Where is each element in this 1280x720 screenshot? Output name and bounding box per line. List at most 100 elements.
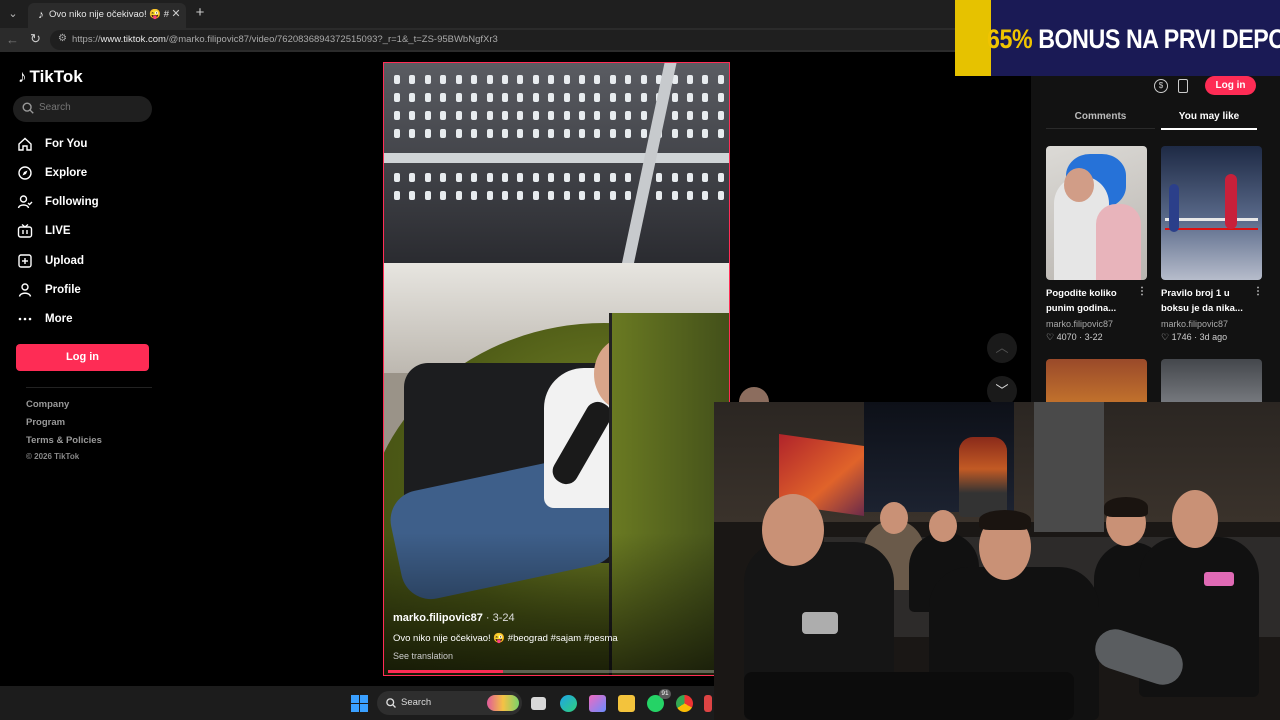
video-author-name[interactable]: marko.filipovic87 [393,612,483,624]
file-explorer-icon[interactable] [618,695,635,712]
login-button[interactable]: Log in [16,344,149,371]
see-translation-link[interactable]: See translation [393,651,453,661]
search-highlight-icon [487,695,519,711]
ceiling-light [563,191,570,200]
ceiling-light [532,191,539,200]
previous-video-button[interactable]: ︿ [987,333,1017,363]
ceiling-light [625,75,632,84]
ceiling-light [409,93,416,102]
ceiling-light [394,75,400,84]
recommended-title[interactable]: Pogodite koliko punim godina... [1046,286,1134,316]
ceiling-light [517,191,524,200]
search-input[interactable] [39,102,139,113]
ceiling-light [471,75,478,84]
ceiling-light-row [394,191,724,203]
ceiling-light [579,111,586,120]
cam-shirt-logo [802,612,838,634]
ceiling-light [409,191,416,200]
ceiling-light-row [394,75,724,87]
sidebar-divider [26,387,152,388]
cam-table [744,672,1074,720]
ceiling-light [486,111,493,120]
ceiling-light [517,93,524,102]
footer-link-program[interactable]: Program [26,417,65,428]
ceiling-light [702,191,709,200]
phone-icon[interactable] [1178,79,1188,93]
ceiling-light [424,93,431,102]
author-avatar[interactable] [739,387,769,403]
nav-explore[interactable]: Explore [17,162,157,184]
ceiling-light [671,173,678,182]
ceiling-light [394,129,400,138]
video-progress-bar[interactable] [388,670,725,673]
footer-link-terms[interactable]: Terms & Policies [26,435,102,446]
app-icon[interactable] [704,695,712,712]
ceiling-light [640,93,647,102]
ceiling-light [486,75,493,84]
ceiling-light [517,173,524,182]
video-progress-fill [388,670,503,673]
nav-upload[interactable]: Upload [17,250,157,272]
nav-label: Following [45,196,99,208]
recommended-thumbnail[interactable] [1161,146,1262,280]
windows-start-icon[interactable] [351,695,368,712]
tiktok-logo[interactable]: ♪ TikTok [18,66,83,88]
video-author[interactable]: marko.filipovic87 · 3-24 [393,612,515,624]
edge-browser-icon[interactable] [560,695,577,712]
recommended-author[interactable]: marko.filipovic87 [1161,319,1228,329]
tab-you-may-like[interactable]: You may like [1161,111,1257,130]
chrome-icon[interactable] [676,695,693,712]
coin-icon[interactable]: $ [1154,79,1168,93]
footer-link-company[interactable]: Company [26,399,69,410]
ceiling-light [640,75,647,84]
nav-label: Explore [45,167,88,179]
nav-for-you[interactable]: For You [17,133,157,155]
reload-icon[interactable]: ↻ [30,31,44,47]
back-arrow-icon[interactable]: ← [6,32,20,47]
ceiling-light [640,129,647,138]
ceiling-light [394,93,400,102]
ceiling-light [609,93,616,102]
recommended-thumbnail[interactable] [1046,146,1147,280]
nav-more[interactable]: More [17,308,157,330]
nav-following[interactable]: Following [17,191,157,213]
copilot-icon[interactable] [589,695,606,712]
recommended-author[interactable]: marko.filipovic87 [1046,319,1113,329]
task-view-icon[interactable] [531,697,546,710]
browser-tab[interactable]: ♪ Ovo niko nije očekivao! 😜 #beog ✕ [28,3,186,28]
ceiling-light [687,173,694,182]
new-tab-icon[interactable]: + [192,5,208,21]
ceiling-light [640,111,647,120]
ceiling-light [471,111,478,120]
header-login-button[interactable]: Log in [1205,76,1256,95]
video-player[interactable]: marko.filipovic87 · 3-24 Ovo niko nije o… [383,62,730,676]
taskbar-search[interactable]: Search [377,691,522,715]
recommended-title[interactable]: Pravilo broj 1 u boksu je da nika... [1161,286,1249,316]
search-box[interactable] [13,96,152,122]
ceiling-light [455,111,462,120]
url-prefix: https:// [72,34,101,45]
ceiling-light [548,75,555,84]
ceiling-light [440,129,447,138]
ceiling-light-row [394,93,724,105]
ceiling-light [486,173,493,182]
site-info-icon[interactable]: ⚙ [58,33,70,44]
ceiling-light [625,191,632,200]
ceiling-light [517,129,524,138]
cam-person-head [762,494,824,566]
more-options-icon[interactable]: ⋮ [1137,286,1147,297]
ad-text: 65% BONUS NA PRVI DEPOZIT [987,24,1280,55]
tab-close-icon[interactable]: ✕ [169,7,183,21]
address-bar[interactable]: ⚙ https://www.tiktok.com/@marko.filipovi… [50,30,970,50]
cam-person-head [1172,490,1218,548]
ceiling-light [440,75,447,84]
tab-comments[interactable]: Comments [1046,111,1155,129]
nav-live[interactable]: LIVE [17,220,157,242]
tab-list-dropdown-icon[interactable]: ⌄ [4,5,22,23]
nav-profile[interactable]: Profile [17,279,157,301]
more-options-icon[interactable]: ⋮ [1253,286,1263,297]
ad-accent-stripe [955,0,991,76]
ceiling-light [548,111,555,120]
ad-banner[interactable]: 65% BONUS NA PRVI DEPOZIT [955,0,1280,76]
ceiling-light [548,93,555,102]
